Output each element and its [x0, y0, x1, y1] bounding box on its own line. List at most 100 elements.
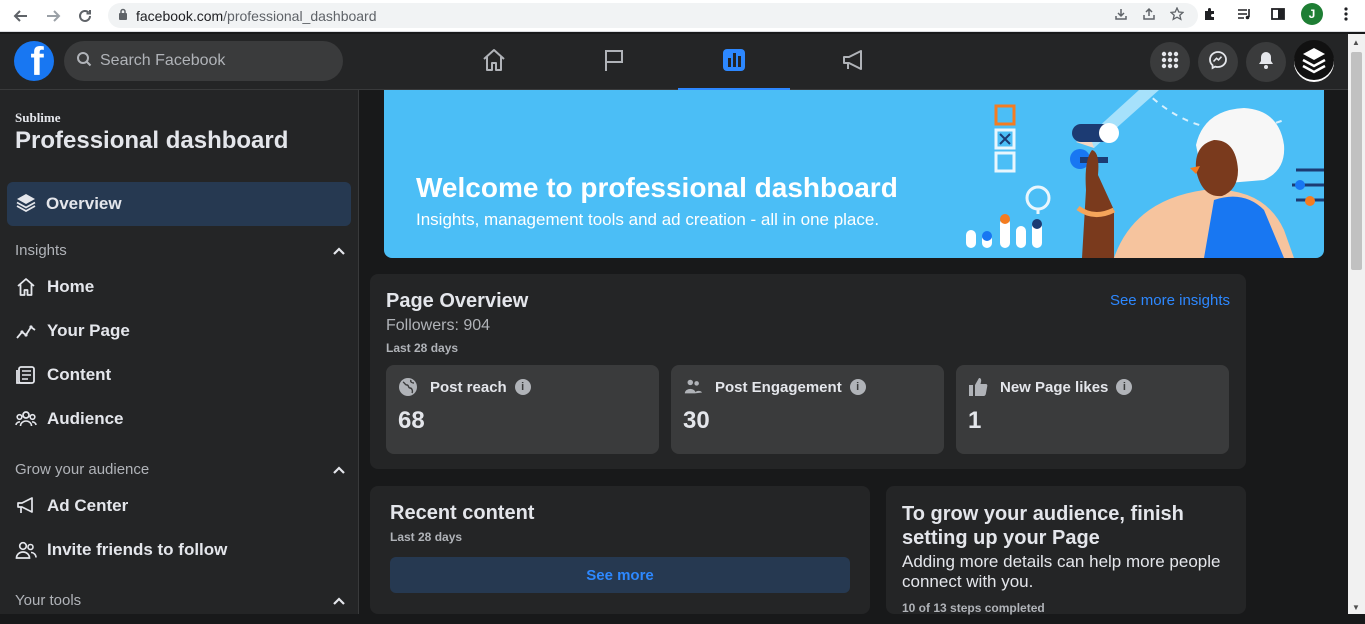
metric-label: New Page likes: [1000, 378, 1109, 396]
address-bar[interactable]: facebook.com/professional_dashboard: [108, 3, 1198, 28]
url-text: facebook.com/professional_dashboard: [136, 8, 377, 24]
sidebar-item-label: Your Page: [47, 321, 130, 340]
invite-people-icon: [15, 539, 37, 561]
media-queue-icon[interactable]: [1233, 3, 1255, 25]
install-icon[interactable]: [1114, 7, 1128, 24]
sidebar-item-audience[interactable]: Audience: [15, 408, 124, 430]
scroll-down-arrow-icon[interactable]: ▼: [1352, 603, 1360, 612]
section-label: Your tools: [15, 592, 82, 609]
page-scrollbar[interactable]: ▲ ▼: [1348, 34, 1365, 614]
grid-menu-icon: [1160, 50, 1180, 75]
notifications-button[interactable]: [1246, 42, 1286, 82]
grow-audience-card: To grow your audience, finish setting up…: [886, 486, 1246, 615]
sidebar-item-content[interactable]: Content: [15, 364, 111, 386]
people-icon: [683, 377, 703, 397]
scroll-up-arrow-icon[interactable]: ▲: [1352, 38, 1360, 47]
sidebar-item-label: Overview: [46, 194, 122, 213]
sidebar-item-your-page[interactable]: Your Page: [15, 320, 130, 342]
info-icon[interactable]: i: [849, 379, 866, 395]
profile-avatar[interactable]: J: [1301, 3, 1323, 25]
search-box[interactable]: [64, 41, 343, 81]
chevron-up-icon: [333, 242, 345, 259]
banner-subtitle: Insights, management tools and ad creati…: [416, 210, 880, 229]
sidebar-item-label: Invite friends to follow: [47, 540, 228, 559]
messenger-button[interactable]: [1198, 42, 1238, 82]
sidebar-item-invite-friends[interactable]: Invite friends to follow: [15, 539, 227, 561]
page-overview-card: Page Overview Followers: 904 Last 28 day…: [370, 274, 1246, 469]
page-overview-title: Page Overview: [386, 290, 529, 312]
see-more-insights-link[interactable]: See more insights: [1110, 292, 1230, 309]
recent-content-title: Recent content: [390, 502, 535, 524]
sidebar-item-label: Home: [47, 277, 95, 296]
back-icon[interactable]: [8, 3, 34, 29]
trend-line-icon: [15, 320, 37, 342]
section-grow[interactable]: Grow your audience: [15, 461, 345, 478]
date-range: Last 28 days: [390, 530, 463, 544]
metric-new-page-likes[interactable]: New Page likes i 1: [956, 365, 1229, 454]
lock-icon: [118, 7, 128, 25]
nav-home[interactable]: [434, 34, 554, 90]
dashboard-icon: [720, 46, 748, 79]
sidebar-item-label: Audience: [47, 409, 124, 428]
chevron-up-icon: [333, 461, 345, 478]
stack-logo-icon: [1294, 39, 1334, 85]
sidebar: Sublime Professional dashboard Overview …: [0, 90, 359, 614]
account-avatar[interactable]: [1294, 39, 1334, 85]
url-domain: facebook.com: [136, 7, 224, 24]
metric-value: 68: [398, 407, 425, 434]
share-icon[interactable]: [1142, 7, 1156, 24]
facebook-header: f: [0, 34, 1348, 91]
search-icon: [76, 51, 92, 72]
metric-label: Post Engagement: [715, 378, 842, 396]
section-insights[interactable]: Insights: [15, 242, 345, 259]
url-path: /professional_dashboard: [223, 7, 377, 24]
layers-icon: [16, 192, 36, 217]
banner-title: Welcome to professional dashboard: [416, 172, 898, 203]
followers-count: Followers: 904: [386, 317, 491, 334]
facebook-logo[interactable]: f: [14, 41, 54, 81]
home-icon: [480, 46, 508, 79]
forward-icon[interactable]: [40, 3, 66, 29]
search-input[interactable]: [100, 52, 320, 70]
flag-icon: [600, 46, 628, 79]
nav-dashboard[interactable]: [674, 34, 794, 91]
date-range: Last 28 days: [386, 341, 459, 355]
section-tools[interactable]: Your tools: [15, 592, 345, 609]
see-more-button[interactable]: See more: [390, 557, 850, 593]
grow-card-description: Adding more details can help more people…: [902, 552, 1221, 591]
sidebar-item-ad-center[interactable]: Ad Center: [15, 495, 128, 517]
reload-icon[interactable]: [72, 3, 98, 29]
bookmark-star-icon[interactable]: [1169, 6, 1185, 24]
kebab-menu-icon[interactable]: [1335, 3, 1357, 25]
nav-pages[interactable]: [554, 34, 674, 90]
sidebar-title: Professional dashboard: [15, 127, 289, 154]
chevron-up-icon: [333, 592, 345, 609]
grow-card-title: To grow your audience, finish setting up…: [902, 503, 1184, 549]
section-label: Grow your audience: [15, 461, 150, 478]
page-name: Sublime: [15, 110, 61, 125]
extensions-icon[interactable]: [1199, 3, 1221, 25]
globe-icon: [398, 377, 418, 397]
metric-post-reach[interactable]: Post reach i 68: [386, 365, 659, 454]
welcome-banner: Welcome to professional dashboard Insigh…: [384, 90, 1324, 258]
audience-icon: [15, 408, 37, 430]
banner-illustration: [966, 90, 1324, 258]
scrollbar-thumb[interactable]: [1351, 52, 1362, 270]
nav-ads[interactable]: [794, 34, 914, 90]
metric-value: 1: [968, 407, 982, 434]
section-label: Insights: [15, 242, 67, 259]
metric-post-engagement[interactable]: Post Engagement i 30: [671, 365, 944, 454]
info-icon[interactable]: i: [514, 379, 531, 395]
home-icon: [15, 276, 37, 298]
info-icon[interactable]: i: [1116, 379, 1133, 395]
browser-toolbar: facebook.com/professional_dashboard J: [0, 0, 1365, 32]
content-icon: [15, 364, 37, 386]
sidebar-item-home[interactable]: Home: [15, 276, 94, 298]
sidepanel-icon[interactable]: [1267, 3, 1289, 25]
messenger-icon: [1208, 50, 1228, 75]
sidebar-item-overview[interactable]: Overview: [7, 182, 351, 226]
menu-button[interactable]: [1150, 42, 1190, 82]
metric-value: 30: [683, 407, 710, 434]
center-nav: [434, 34, 914, 91]
sidebar-item-label: Content: [47, 365, 112, 384]
